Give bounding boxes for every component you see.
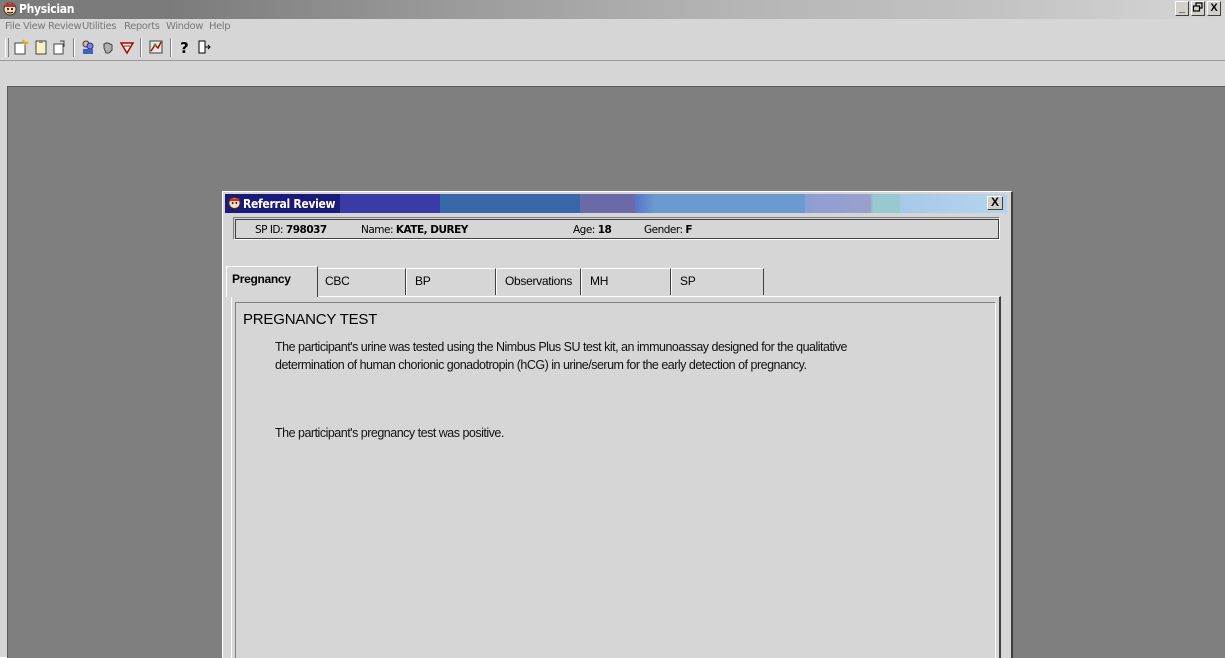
toolbar-separator [170, 38, 172, 57]
hand-icon[interactable] [100, 39, 116, 55]
tab-sp[interactable]: SP [671, 268, 764, 295]
minimize-button[interactable]: _ [1175, 1, 1189, 16]
menu-review[interactable]: Review [48, 21, 82, 32]
sp-id-info: SP ID: 798037 [255, 224, 327, 236]
chart-icon[interactable] [148, 39, 164, 55]
age-info: Age: 18 [573, 224, 612, 236]
tab-label: Observations [505, 274, 573, 288]
tab-label: MH [590, 274, 609, 288]
pregnancy-tab-panel: PREGNANCY TEST The participant's urine w… [231, 296, 1001, 658]
tab-pregnancy[interactable]: Pregnancy [226, 266, 318, 297]
exit-icon[interactable] [196, 39, 212, 55]
menu-window[interactable]: Window [166, 21, 203, 32]
dialog-titlebar[interactable]: Referral Review X [225, 194, 1007, 213]
restore-icon [1192, 2, 1203, 12]
toolbar: ? [0, 35, 1225, 61]
menu-utilities[interactable]: Utilities [82, 21, 116, 32]
age-label: Age: [573, 224, 595, 236]
test-result: The participant's pregnancy test was pos… [275, 426, 504, 440]
menu-reports[interactable]: Reports [124, 21, 160, 32]
tab-bp[interactable]: BP [406, 268, 496, 295]
name-value: KATE, DUREY [395, 224, 469, 236]
tab-observations[interactable]: Observations [496, 268, 581, 295]
tab-label: BP [415, 274, 431, 288]
physician-app-icon [3, 2, 17, 16]
sp-id-label: SP ID: [255, 224, 284, 236]
sp-id-value: 798037 [285, 224, 327, 236]
app-title: Physician [19, 2, 75, 16]
clipboard-icon[interactable] [33, 39, 49, 55]
tab-label: CBC [325, 274, 350, 288]
name-label: Name: [361, 224, 394, 236]
dialog-close-button[interactable]: X [987, 196, 1003, 210]
new-icon[interactable] [13, 39, 29, 55]
section-title: PREGNANCY TEST [243, 311, 378, 328]
referral-review-dialog: Referral Review X SP ID: 798037 Name: KA… [222, 191, 1013, 658]
gender-label: Gender: [644, 224, 683, 236]
tab-label: Pregnancy [232, 272, 291, 286]
left-frame [0, 61, 7, 657]
tab-label: SP [680, 274, 696, 288]
participant-info-bar: SP ID: 798037 Name: KATE, DUREY Age: 18 … [233, 217, 1000, 240]
gender-value: F [685, 224, 693, 236]
toolbar-separator [140, 38, 142, 57]
close-app-button[interactable]: X [1207, 1, 1221, 16]
restore-button[interactable] [1191, 1, 1205, 16]
menu-file[interactable]: File [5, 21, 21, 32]
pregnancy-content: PREGNANCY TEST The participant's urine w… [235, 302, 996, 658]
toolbar-bottom-area [7, 61, 1225, 86]
gender-info: Gender: F [644, 224, 693, 236]
tab-mh[interactable]: MH [581, 268, 671, 295]
flag-icon[interactable] [119, 39, 135, 55]
tab-cbc[interactable]: CBC [316, 268, 406, 295]
people-icon[interactable] [80, 39, 96, 55]
document-icon[interactable] [51, 39, 67, 55]
menu-view[interactable]: View [23, 21, 46, 32]
dialog-title: Referral Review [243, 197, 336, 211]
toolbar-separator [73, 38, 75, 57]
menubar: File View Review Utilities Reports Windo… [0, 19, 1225, 35]
test-description: The participant's urine was tested using… [275, 340, 847, 372]
physician-app-icon [228, 196, 241, 210]
app-titlebar[interactable]: Physician _ X [0, 0, 1225, 19]
toolbar-grip[interactable] [5, 38, 9, 57]
name-info: Name: KATE, DUREY [361, 224, 468, 236]
age-value: 18 [597, 224, 612, 236]
help-icon[interactable]: ? [176, 39, 192, 55]
menu-help[interactable]: Help [209, 21, 231, 32]
svg-text:?: ? [180, 39, 189, 55]
